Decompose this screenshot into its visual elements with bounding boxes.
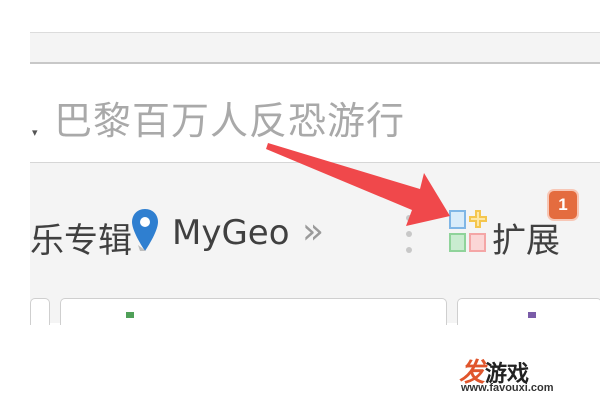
extensions-label[interactable]: 扩展 <box>492 213 560 262</box>
bookmark-bar: 乐专辑 MyGeo » 扩展 1 <box>30 175 600 285</box>
bookmark-overflow-icon[interactable]: » <box>302 211 324 252</box>
address-bar[interactable]: ▾ 巴黎百万人反恐游行 <box>30 62 600 163</box>
address-text[interactable]: 巴黎百万人反恐游行 <box>54 90 405 145</box>
top-strip <box>0 0 600 32</box>
map-pin-icon <box>132 209 158 251</box>
tab-favicon-icon <box>528 312 536 318</box>
extensions-grid-icon[interactable] <box>446 209 488 261</box>
watermark-url: www.favouxi.com <box>461 382 554 394</box>
address-dropdown-icon[interactable]: ▾ <box>32 126 38 139</box>
bookmark-mygeo-label: MyGeo <box>172 213 290 253</box>
tab[interactable] <box>30 298 50 325</box>
extensions-badge: 1 <box>549 191 577 219</box>
tab-strip <box>30 292 600 325</box>
tab-favicon-icon <box>126 312 134 318</box>
watermark-logo: 发游戏 www.favouxi.com <box>455 352 600 400</box>
separator-dots-icon <box>406 215 414 259</box>
tab[interactable] <box>60 298 447 325</box>
bookmark-album[interactable]: 乐专辑 <box>30 213 132 262</box>
